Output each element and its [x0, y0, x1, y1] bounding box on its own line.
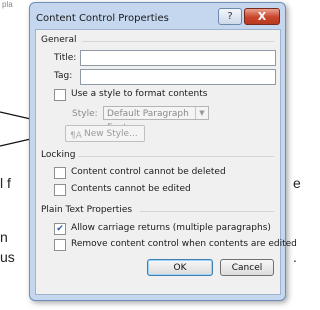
help-icon: ? — [227, 11, 233, 22]
section-divider — [82, 41, 274, 42]
tag-field[interactable] — [80, 69, 276, 85]
help-button[interactable]: ? — [218, 8, 242, 25]
allow-returns-checkbox[interactable]: ✔ — [54, 223, 66, 235]
dialog-body: General Title: Tag: Use a style to forma… — [35, 29, 297, 295]
title-field[interactable] — [80, 50, 276, 66]
new-style-label: New Style... — [84, 129, 138, 139]
background-text-fragment: . — [293, 249, 297, 265]
section-divider — [78, 156, 274, 157]
style-label: Style: — [72, 109, 98, 119]
background-text-fragment: n — [0, 229, 8, 245]
allow-returns-label[interactable]: Allow carriage returns (multiple paragra… — [71, 223, 271, 233]
background-text-fragment: e — [293, 175, 301, 191]
chevron-down-icon: ▼ — [195, 107, 208, 119]
close-icon: X — [257, 10, 267, 23]
cannot-edit-label[interactable]: Contents cannot be edited — [71, 184, 191, 194]
background-text-fragment: us — [0, 249, 15, 265]
new-style-icon: ¶A — [70, 131, 82, 141]
use-style-checkbox[interactable] — [54, 89, 66, 101]
dialog-title: Content Control Properties — [36, 13, 169, 24]
cannot-edit-checkbox[interactable] — [54, 184, 66, 196]
content-control-properties-dialog: Content Control Properties ? X General T… — [29, 2, 297, 301]
cannot-delete-checkbox[interactable] — [54, 167, 66, 179]
tag-label: Tag: — [54, 71, 73, 81]
background-text-fragment: l f — [0, 175, 11, 191]
cannot-delete-label[interactable]: Content control cannot be deleted — [71, 167, 226, 177]
close-button[interactable]: X — [244, 8, 280, 25]
locking-section-label: Locking — [41, 150, 76, 160]
use-style-label[interactable]: Use a style to format contents — [71, 89, 207, 99]
dialog-titlebar[interactable]: Content Control Properties ? X — [30, 3, 285, 29]
cancel-button[interactable]: Cancel — [220, 259, 274, 276]
title-label: Title: — [54, 53, 77, 63]
plain-text-section-label: Plain Text Properties — [41, 205, 133, 215]
general-section-label: General — [41, 35, 77, 45]
check-icon: ✔ — [56, 224, 64, 234]
remove-control-label[interactable]: Remove content control when contents are… — [71, 239, 297, 249]
new-style-button[interactable]: ¶A New Style... — [65, 125, 145, 142]
ok-button[interactable]: OK — [147, 259, 213, 276]
style-dropdown[interactable]: Default Paragraph Font ▼ — [103, 106, 209, 133]
section-divider — [140, 211, 274, 212]
remove-control-checkbox[interactable] — [54, 239, 66, 251]
